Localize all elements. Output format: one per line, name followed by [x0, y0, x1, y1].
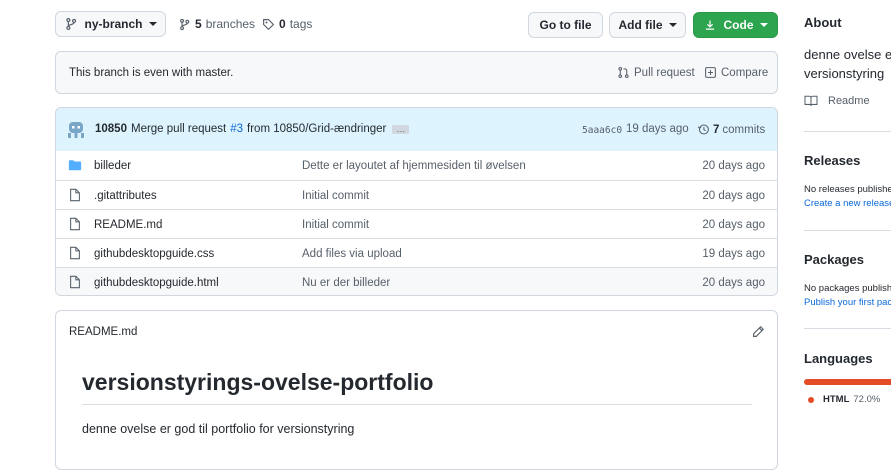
commit-summary: 10850 Merge pull request #3 from 10850/G…	[95, 123, 410, 135]
commit-pr-ref[interactable]: #3	[230, 123, 243, 135]
download-icon	[705, 20, 714, 30]
go-to-file-label: Go to file	[539, 18, 592, 32]
file-commit-message[interactable]: Nu er der billeder	[302, 277, 390, 289]
commit-expand-button[interactable]: …	[392, 124, 410, 134]
go-to-file-button[interactable]: Go to file	[528, 12, 603, 38]
branch-status-box: This branch is even with master. Pull re…	[55, 51, 778, 94]
file-row[interactable]: .gitattributes Initial commit 20 days ag…	[56, 180, 777, 210]
readme-panel: README.md versionstyrings-ovelse-portfol…	[55, 310, 778, 470]
pull-request-link[interactable]: Pull request	[617, 66, 695, 79]
branches-count: 5	[195, 17, 202, 31]
git-branch-icon	[180, 18, 190, 30]
language-item-html[interactable]: HTML 72.0%	[808, 394, 880, 405]
branch-selector[interactable]: ny-branch	[55, 11, 166, 37]
chevron-down-icon	[759, 23, 768, 27]
readme-heading-rule	[82, 404, 752, 405]
file-icon	[70, 275, 80, 289]
packages-text: No packages published	[804, 283, 891, 294]
file-row[interactable]: README.md Initial commit 20 days ago	[56, 209, 777, 239]
code-button[interactable]: Code	[693, 12, 778, 38]
file-commit-message[interactable]: Dette er layoutet af hjemmesiden til øve…	[302, 160, 526, 172]
commits-link[interactable]: 7 commits	[697, 123, 765, 136]
readme-heading: versionstyrings-ovelse-portfolio	[82, 369, 434, 395]
commit-message-prefix[interactable]: Merge pull request	[131, 123, 226, 135]
file-icon	[70, 188, 80, 202]
file-age: 20 days ago	[702, 159, 765, 172]
tags-link[interactable]: 0 tags	[262, 17, 312, 31]
git-branch-icon	[66, 17, 77, 31]
file-name[interactable]: billeder	[94, 160, 131, 172]
readme-filename: README.md	[69, 326, 138, 338]
branch-status-message: This branch is even with master.	[69, 67, 234, 79]
branch-label: ny-branch	[84, 17, 143, 31]
file-name[interactable]: README.md	[94, 219, 162, 231]
commit-author[interactable]: 10850	[95, 123, 127, 135]
chevron-down-icon	[668, 23, 677, 27]
pull-request-icon	[618, 67, 629, 78]
folder-icon	[68, 160, 82, 171]
readme-body: denne ovelse er god til portfolio for ve…	[82, 422, 355, 436]
file-commit-message[interactable]: Initial commit	[302, 190, 369, 202]
avatar[interactable]	[66, 120, 86, 140]
about-text-1: denne ovelse er	[804, 47, 891, 62]
file-icon	[70, 246, 80, 260]
file-row[interactable]: billeder Dette er layoutet af hjemmeside…	[56, 151, 777, 180]
add-file-label: Add file	[618, 18, 663, 32]
pull-request-label: Pull request	[634, 66, 695, 79]
tags-label: tags	[289, 17, 313, 31]
file-commit-message[interactable]: Add files via upload	[302, 248, 402, 260]
file-commit-message[interactable]: Initial commit	[302, 219, 369, 231]
file-age: 20 days ago	[702, 276, 765, 289]
compare-icon	[705, 67, 716, 78]
book-icon	[804, 95, 818, 106]
about-text-2: versionstyring	[804, 66, 885, 81]
releases-text: No releases published	[804, 184, 891, 195]
file-row[interactable]: githubdesktopguide.css Add files via upl…	[56, 238, 777, 268]
branches-link[interactable]: 5 branches	[178, 17, 255, 31]
commit-sha[interactable]: 5aaa6c0	[582, 125, 622, 136]
language-name: HTML	[823, 394, 850, 405]
code-label: Code	[723, 18, 754, 32]
pencil-icon[interactable]	[751, 325, 765, 339]
releases-title: Releases	[804, 153, 861, 168]
file-browser: 10850 Merge pull request #3 from 10850/G…	[55, 107, 778, 296]
add-file-button[interactable]: Add file	[609, 12, 686, 38]
commit-age: 19 days ago	[626, 123, 689, 135]
file-name[interactable]: githubdesktopguide.html	[94, 277, 219, 289]
history-icon	[697, 124, 709, 135]
commits-label: commits	[722, 123, 766, 136]
readme-link[interactable]: Readme	[804, 95, 870, 107]
latest-commit-bar: 10850 Merge pull request #3 from 10850/G…	[56, 108, 777, 151]
sidebar-divider	[804, 328, 891, 329]
chevron-down-icon	[148, 22, 157, 26]
sidebar-divider	[804, 131, 891, 132]
compare-link[interactable]: Compare	[704, 66, 768, 79]
language-bar	[804, 379, 891, 385]
languages-title: Languages	[804, 351, 873, 366]
compare-label: Compare	[721, 66, 769, 79]
language-percent: 72.0%	[853, 394, 881, 405]
file-name[interactable]: .gitattributes	[94, 190, 157, 202]
branches-label: branches	[205, 17, 256, 31]
packages-title: Packages	[804, 252, 864, 267]
file-row[interactable]: githubdesktopguide.html Nu er der billed…	[56, 267, 777, 295]
commits-count: 7	[713, 123, 720, 136]
commit-message-suffix[interactable]: from 10850/Grid-ændringer	[247, 123, 386, 135]
create-release-link[interactable]: Create a new release	[804, 198, 891, 209]
tags-count: 0	[279, 17, 286, 31]
tag-icon	[263, 18, 275, 30]
publish-package-link[interactable]: Publish your first package	[804, 297, 891, 308]
language-dot-icon	[808, 396, 814, 403]
readme-link-label: Readme	[828, 95, 870, 107]
about-title: About	[804, 15, 842, 30]
sidebar-divider	[804, 230, 891, 231]
file-age: 20 days ago	[702, 218, 765, 231]
file-name[interactable]: githubdesktopguide.css	[94, 248, 214, 260]
file-age: 19 days ago	[702, 247, 765, 260]
file-age: 20 days ago	[702, 189, 765, 202]
file-icon	[70, 217, 80, 231]
